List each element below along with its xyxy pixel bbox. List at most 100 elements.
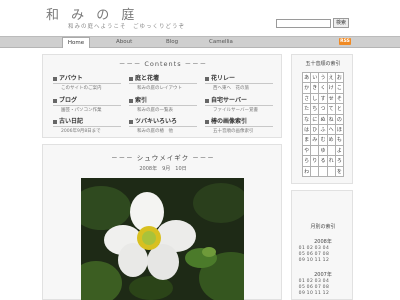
kana-link[interactable]: そ <box>335 93 344 105</box>
contents-title: －－－ Contents －－－ <box>118 60 208 68</box>
kana-link[interactable]: う <box>319 73 328 84</box>
kana-link[interactable]: と <box>335 104 344 115</box>
kana-link[interactable]: も <box>335 135 344 146</box>
kana-link[interactable]: よ <box>335 145 344 157</box>
category-camellia-image-index[interactable]: 椿の画像索引 五十音順の画像索引 <box>205 118 281 134</box>
kana-index-title: 五十音順の索引 <box>305 61 341 67</box>
search-button[interactable]: 検索 <box>333 18 349 28</box>
month-link[interactable]: 09 <box>298 258 306 264</box>
kana-link[interactable]: く <box>319 83 328 94</box>
category-old-diary[interactable]: 古い日記 2006年9月8日まで <box>53 118 129 134</box>
nav-item-home[interactable]: Home <box>62 37 90 48</box>
category-label[interactable]: アバウト <box>59 75 83 82</box>
kana-link[interactable]: め <box>327 135 336 146</box>
category-description: 園芸・パソコン作業 <box>61 108 102 113</box>
kana-link[interactable]: ひ <box>311 124 320 136</box>
kana-row: か き く け こ <box>303 83 344 94</box>
month-link[interactable]: 12 <box>322 258 330 264</box>
month-link[interactable]: 12 <box>322 291 330 297</box>
category-label[interactable]: 古い日記 <box>59 118 83 125</box>
contents-box: －－－ Contents －－－ アバウト このサイトのご案内 庭と花壇 和みの… <box>42 54 282 138</box>
kana-link[interactable]: つ <box>319 104 328 115</box>
kana-link[interactable]: み <box>311 135 320 146</box>
kana-link[interactable]: こ <box>335 83 344 94</box>
category-flower-relay[interactable]: 花リレー 西へ東へ 花の旅 <box>205 75 281 91</box>
kana-link[interactable]: す <box>319 93 328 105</box>
kana-link[interactable]: け <box>327 83 336 94</box>
kana-link[interactable]: ぬ <box>319 114 328 125</box>
month-link[interactable]: 10 <box>306 291 314 297</box>
month-list: 01020304 05060708 09101112 <box>298 246 348 264</box>
kana-link[interactable]: て <box>327 104 336 115</box>
kana-link[interactable]: る <box>319 156 328 167</box>
kana-link[interactable]: ほ <box>335 124 344 136</box>
kana-link[interactable]: い <box>311 73 320 84</box>
kana-link[interactable]: ね <box>327 114 336 125</box>
category-description: 西へ東へ 花の旅 <box>213 86 249 91</box>
bullet-square-icon <box>129 119 133 124</box>
nav-item-blog[interactable]: Blog <box>166 39 178 45</box>
kana-link[interactable]: れ <box>327 156 336 167</box>
month-link[interactable]: 11 <box>314 258 322 264</box>
kana-cell <box>327 166 336 177</box>
month-link[interactable]: 11 <box>314 291 322 297</box>
kana-link[interactable]: は <box>303 124 312 136</box>
kana-link[interactable]: へ <box>327 124 336 136</box>
category-label[interactable]: 庭と花壇 <box>135 75 159 82</box>
kana-link[interactable]: ら <box>303 156 312 167</box>
kana-link[interactable]: に <box>311 114 320 125</box>
kana-link[interactable]: ち <box>311 104 320 115</box>
kana-link[interactable]: り <box>311 156 320 167</box>
category-label[interactable]: 椿の画像索引 <box>211 118 247 125</box>
kana-link[interactable]: わ <box>303 166 312 177</box>
category-label[interactable]: 自宅サーバー <box>211 97 247 104</box>
category-description: 2006年9月8日まで <box>61 129 101 134</box>
nav-item-about[interactable]: About <box>116 39 132 45</box>
month-link[interactable]: 10 <box>306 258 314 264</box>
monthly-index-title: 月別の索引 <box>310 224 336 230</box>
bullet-square-icon <box>205 76 209 81</box>
kana-link[interactable]: あ <box>303 73 312 84</box>
category-home-server[interactable]: 自宅サーバー ファイルサーバー覚書 <box>205 97 281 113</box>
kana-link[interactable]: さ <box>303 93 312 105</box>
kana-link[interactable]: む <box>319 135 328 146</box>
category-label[interactable]: ツバキいろいろ <box>135 118 177 125</box>
month-link[interactable]: 09 <box>298 291 306 297</box>
kana-link[interactable]: ふ <box>319 124 328 136</box>
divider <box>205 126 273 127</box>
kana-link[interactable]: や <box>303 145 312 157</box>
divider <box>205 83 273 84</box>
kana-link[interactable]: ろ <box>335 156 344 167</box>
kana-link[interactable]: ゆ <box>319 145 328 157</box>
category-camellia[interactable]: ツバキいろいろ 和みの庭の椿 他 <box>129 118 205 134</box>
kana-link[interactable]: し <box>311 93 320 105</box>
category-label[interactable]: 索引 <box>135 97 147 104</box>
site-tagline: 和みの庭へようこそ ごゆっくりどうぞ <box>68 24 186 30</box>
kana-link[interactable]: え <box>327 73 336 84</box>
kana-link[interactable]: ま <box>303 135 312 146</box>
rss-icon[interactable]: RSS <box>339 38 351 45</box>
kana-link[interactable]: を <box>335 166 344 177</box>
category-index[interactable]: 索引 和みの庭の一覧表 <box>129 97 205 113</box>
kana-link[interactable]: お <box>335 73 344 84</box>
nav-item-camellia[interactable]: Camellia <box>209 39 233 45</box>
kana-link[interactable]: の <box>335 114 344 125</box>
category-label[interactable]: ブログ <box>59 97 77 104</box>
kana-link[interactable]: せ <box>327 93 336 105</box>
search-input[interactable] <box>276 19 331 28</box>
category-description: 和みの庭の椿 他 <box>137 129 173 134</box>
page: 和 み の 庭 和みの庭へようこそ ごゆっくりどうぞ 検索 Home About… <box>0 0 400 300</box>
site-title[interactable]: 和 み の 庭 <box>46 4 138 23</box>
category-description: 和みの庭の一覧表 <box>137 108 173 113</box>
kana-link[interactable]: か <box>303 83 312 94</box>
category-blog[interactable]: ブログ 園芸・パソコン作業 <box>53 97 129 113</box>
kana-row: わ を <box>303 166 344 177</box>
category-about[interactable]: アバウト このサイトのご案内 <box>53 75 129 91</box>
kana-row: さ し す せ そ <box>303 93 344 105</box>
kana-link[interactable]: な <box>303 114 312 125</box>
category-garden[interactable]: 庭と花壇 和みの庭のレイアウト <box>129 75 205 91</box>
category-label[interactable]: 花リレー <box>211 75 235 82</box>
kana-link[interactable]: き <box>311 83 320 94</box>
kana-link[interactable]: た <box>303 104 312 115</box>
kana-row: は ひ ふ へ ほ <box>303 124 344 136</box>
